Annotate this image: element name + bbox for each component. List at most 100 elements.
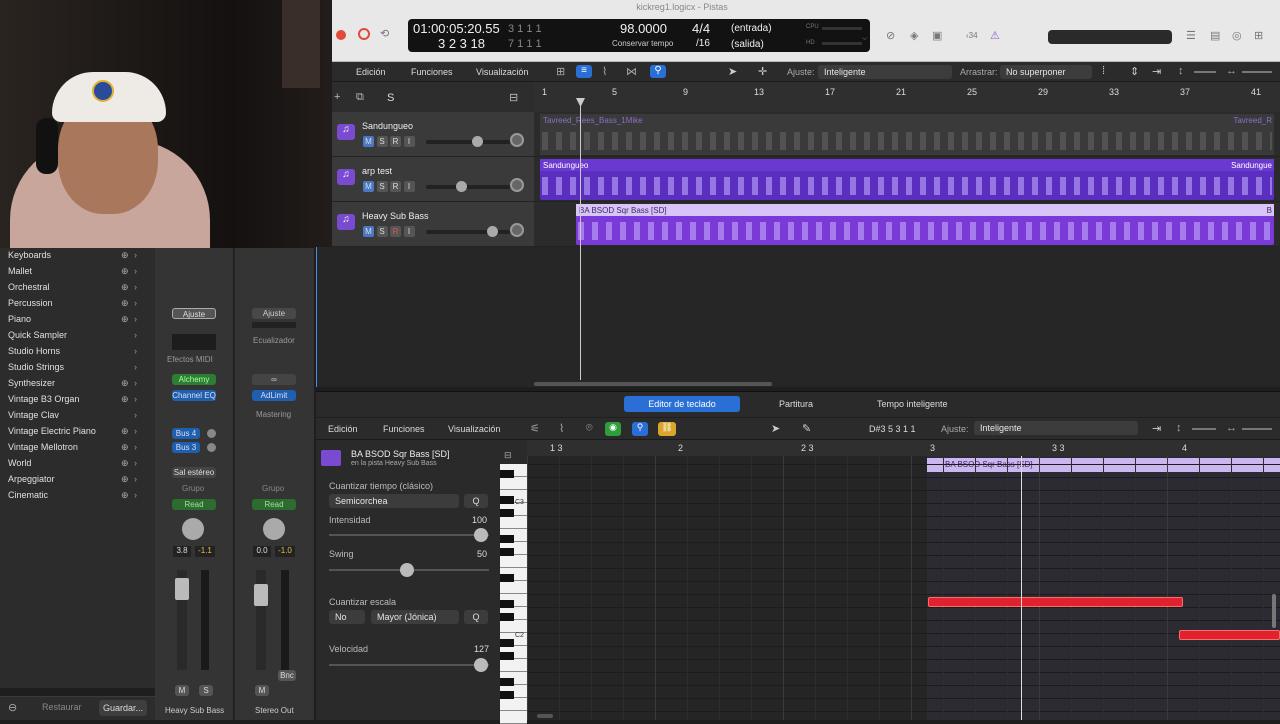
editor-functions-menu[interactable]: Funciones [383, 424, 425, 434]
arrange-drag-select[interactable]: No superponer [1000, 65, 1092, 79]
track-name[interactable]: arp test [362, 166, 392, 176]
library-item[interactable]: Studio Horns › [8, 346, 148, 362]
piano-roll-grid[interactable]: 1 322 333 34 BA BSOD Sqr Bass [SD] [527, 440, 1280, 720]
piano-black-key[interactable] [500, 691, 514, 699]
duplicate-track-icon[interactable]: ⧉ [356, 91, 364, 104]
region-menu-icon[interactable]: ⊟ [504, 450, 512, 461]
strip1-solo[interactable]: S [199, 685, 213, 696]
strip2-link[interactable]: ∞ [252, 374, 296, 385]
scale-quantize-button[interactable]: Q [464, 610, 488, 624]
catch-icon[interactable]: ⚲ [650, 65, 666, 78]
secondary-tool-icon[interactable]: ✛ [758, 65, 767, 78]
track-pan-knob[interactable] [510, 178, 524, 192]
library-item[interactable]: Piano ⊕ › [8, 314, 148, 330]
restore-button[interactable]: Restaurar [42, 702, 82, 712]
track-region[interactable]: Tavreed_Rees_Bass_1Mike Tavreed_R [540, 114, 1274, 155]
library-item[interactable]: Arpeggiator ⊕ › [8, 474, 148, 490]
capture-record-icon[interactable] [358, 28, 370, 40]
loops-icon[interactable]: ◎ [1232, 29, 1242, 42]
add-icon[interactable]: ⊕ [121, 378, 129, 389]
add-icon[interactable]: ⊕ [121, 458, 129, 469]
strip1-eq-plugin[interactable]: Channel EQ [172, 390, 216, 401]
grid-view-icon[interactable]: ⊞ [556, 65, 565, 78]
strip1-output[interactable]: Sal estéreo [172, 467, 216, 478]
editor-link-icon[interactable]: ⛓ [658, 422, 676, 436]
lcd-display[interactable]: 01:00:05:20.55 3 1 1 1 3 2 3 18 7 1 1 1 … [408, 19, 870, 52]
strip2-mastering[interactable]: Mastering [256, 410, 291, 419]
strip2-mute[interactable]: M [255, 685, 269, 696]
list-view-icon[interactable]: ≡ [576, 65, 592, 78]
list-icon[interactable]: ☰ [1186, 29, 1196, 42]
track-solo-button[interactable]: S [376, 181, 388, 192]
strip2-automation[interactable]: Read [252, 499, 296, 510]
library-item[interactable]: Vintage Clav › [8, 410, 148, 426]
strip1-settings[interactable]: Ajuste [172, 308, 216, 319]
track-record-button[interactable]: R [390, 136, 402, 147]
strip1-mute[interactable]: M [175, 685, 189, 696]
library-item[interactable]: Quick Sampler › [8, 330, 148, 346]
vertical-zoom-icon[interactable]: ⇕ [1130, 65, 1139, 78]
add-icon[interactable]: ⊕ [121, 474, 129, 485]
piano-black-key[interactable] [500, 600, 514, 608]
swing-slider-handle[interactable] [400, 563, 414, 577]
strip1-eq-display[interactable] [172, 334, 216, 350]
strip1-send-knob2[interactable] [207, 443, 216, 452]
flex-icon[interactable]: ⋈ [626, 65, 637, 78]
strip2-group[interactable]: Grupo [262, 484, 284, 493]
track-volume-slider[interactable] [426, 185, 510, 189]
track-record-button[interactable]: R [390, 226, 402, 237]
track-pan-knob[interactable] [510, 133, 524, 147]
piano-black-key[interactable] [500, 678, 514, 686]
library-item[interactable]: Percussion ⊕ › [8, 298, 148, 314]
piano-black-key[interactable] [500, 652, 514, 660]
track-pan-knob[interactable] [510, 223, 524, 237]
strip2-bounce[interactable]: Bnc [278, 670, 296, 681]
editor-vzoom-icon[interactable]: ↕ [1176, 422, 1182, 434]
tab-smart-tempo[interactable]: Tempo inteligente [877, 399, 948, 409]
piano-black-key[interactable] [500, 548, 514, 556]
track-region[interactable]: Sandungueo Sandungue [540, 159, 1274, 200]
track-region[interactable]: BA BSOD Sqr Bass [SD] B [576, 204, 1274, 245]
piano-black-key[interactable] [500, 470, 514, 478]
strip1-instrument[interactable]: Alchemy [172, 374, 216, 385]
midi-note[interactable] [928, 597, 1183, 607]
master-volume-slider[interactable] [1048, 30, 1172, 44]
strip1-pan-knob[interactable] [182, 518, 204, 540]
vzoom-icon[interactable]: ↕ [1178, 65, 1184, 77]
editor-pointer-tool-icon[interactable]: ➤ [771, 422, 780, 435]
quantize-select[interactable]: Semicorchea [329, 494, 459, 508]
piano-keyboard[interactable]: ⊟ C3 C2 [500, 440, 527, 724]
piano-black-key[interactable] [500, 574, 514, 582]
global-solo-icon[interactable]: S [387, 92, 394, 104]
track-input-monitor-button[interactable]: I [403, 136, 415, 147]
track-input-monitor-button[interactable]: I [403, 181, 415, 192]
pointer-tool-icon[interactable]: ➤ [728, 65, 737, 78]
browser-icon[interactable]: ⊞ [1254, 29, 1263, 42]
track-volume-handle[interactable] [456, 181, 467, 192]
strip1-group[interactable]: Grupo [182, 484, 204, 493]
tab-score[interactable]: Partitura [779, 399, 813, 409]
playhead-line[interactable] [580, 100, 581, 380]
editor-midi-out-icon[interactable]: ◉ [605, 422, 621, 436]
tracks-count[interactable]: ‹34 [966, 31, 978, 40]
strip1-midi-fx[interactable]: Efectos MIDI [167, 355, 213, 364]
add-icon[interactable]: ⊕ [121, 314, 129, 325]
track-name[interactable]: Sandungueo [362, 121, 413, 131]
piano-black-key[interactable] [500, 613, 514, 621]
editor-midi-in-icon[interactable]: ⌾ [586, 422, 593, 435]
library-item[interactable]: Vintage B3 Organ ⊕ › [8, 394, 148, 410]
arrange-edit-menu[interactable]: Edición [356, 67, 386, 77]
library-item[interactable]: Orchestral ⊕ › [8, 282, 148, 298]
tuner-icon[interactable]: ⊘ [886, 29, 895, 42]
strip2-fader[interactable] [254, 584, 268, 606]
hzoom-icon[interactable]: ↔ [1226, 65, 1237, 77]
piano-white-key[interactable] [500, 516, 527, 529]
add-icon[interactable]: ⊕ [121, 250, 129, 261]
track-solo-button[interactable]: S [376, 136, 388, 147]
global-tracks-icon[interactable]: ⊟ [509, 91, 518, 104]
track-mute-button[interactable]: M [363, 136, 374, 147]
track-lane[interactable]: Tavreed_Rees_Bass_1Mike Tavreed_R [534, 112, 1280, 157]
piano-white-key[interactable] [500, 581, 527, 594]
piano-white-key[interactable] [500, 555, 527, 568]
add-icon[interactable]: ⊕ [121, 394, 129, 405]
